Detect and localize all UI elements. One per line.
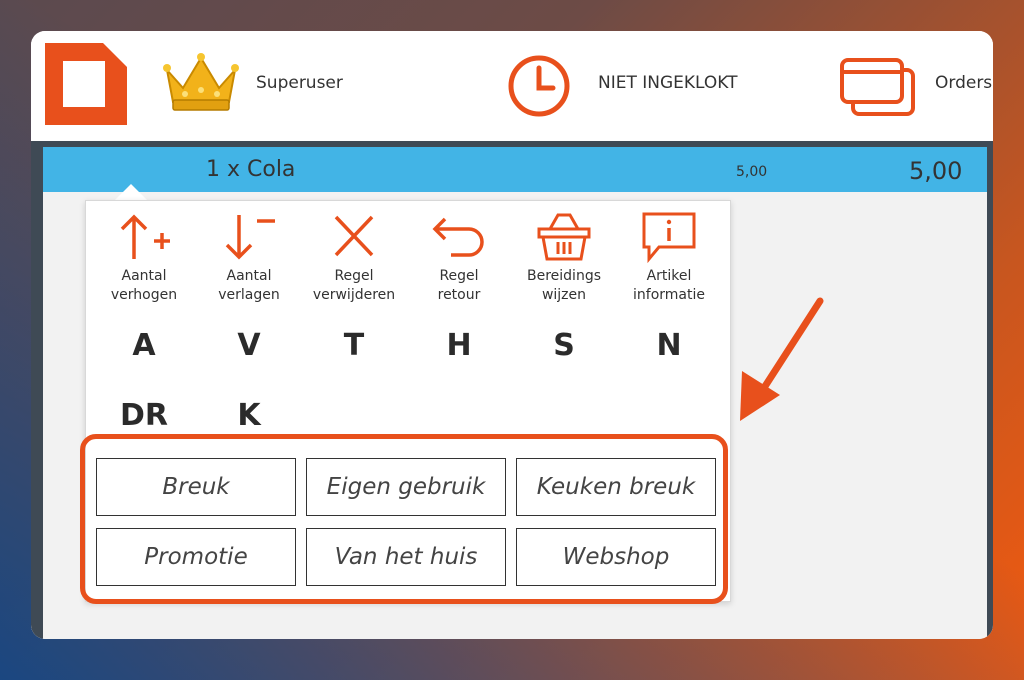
action-label: Aantal [226,268,272,284]
action-label: Regel [439,268,479,284]
return-arrow-icon [432,217,484,257]
info-bubble-icon [642,212,696,263]
shortcut-letter: DR [119,398,168,433]
action-quantity-up[interactable]: Aantal verhogen [89,211,199,305]
shortcut-letter: V [237,328,261,363]
action-label: Aantal [121,268,167,284]
left-strip [31,147,43,639]
basket-icon [537,213,591,261]
action-label: wijzen [541,287,587,303]
action-return-line[interactable]: Regel retour [404,211,514,305]
clock-icon[interactable] [507,54,571,118]
header-bar: Superuser NIET INGEKLOKT Orders [31,31,993,141]
order-line-description: 1 x Cola [206,157,296,182]
orders-cards-icon[interactable] [839,56,917,118]
action-label: Regel [334,268,374,284]
shortcut-letter: N [656,328,682,363]
app-logo-icon[interactable] [45,43,127,125]
right-strip [987,147,993,639]
shortcut-letter: A [132,328,156,363]
annotation-arrow-icon [740,297,824,421]
action-preparation[interactable]: Bereidings wijzen [509,211,619,305]
action-article-info[interactable]: Artikel informatie [614,211,724,305]
user-name: Superuser [256,73,343,93]
order-line-unit-price: 5,00 [736,164,768,180]
action-label: Bereidings [527,268,601,284]
action-label: verlagen [218,287,280,303]
crown-icon [163,53,239,111]
shortcut-letter: H [446,328,472,363]
orders-label[interactable]: Orders [935,73,992,93]
reason-button-eigen-gebruik[interactable]: Eigen gebruik [306,458,506,516]
order-line-selected[interactable]: 1 x Cola 5,00 5,00 [43,147,987,192]
action-label: Artikel [646,268,692,284]
reason-button-promotie[interactable]: Promotie [96,528,296,586]
quantity-down-icon [225,215,275,260]
reason-button-van-het-huis[interactable]: Van het huis [306,528,506,586]
action-label: verhogen [110,287,178,303]
shortcut-letter: T [343,328,365,363]
popup-caret [115,184,147,200]
shortcut-letter: S [553,328,575,363]
reason-button-webshop[interactable]: Webshop [516,528,716,586]
action-delete-line[interactable]: Regel verwijderen [299,211,409,305]
action-label: verwijderen [312,287,396,303]
clock-status[interactable]: NIET INGEKLOKT [598,73,738,93]
reason-button-keuken-breuk[interactable]: Keuken breuk [516,458,716,516]
shortcut-letter: K [237,398,261,433]
quantity-up-icon [120,214,170,259]
action-quantity-down[interactable]: Aantal verlagen [194,211,304,305]
reason-button-breuk[interactable]: Breuk [96,458,296,516]
delete-x-icon [334,215,374,257]
action-label: retour [437,287,481,303]
action-label: informatie [633,287,705,303]
pos-window: Superuser NIET INGEKLOKT Orders 1 x Cola… [31,31,993,639]
order-line-total: 5,00 [909,157,963,185]
